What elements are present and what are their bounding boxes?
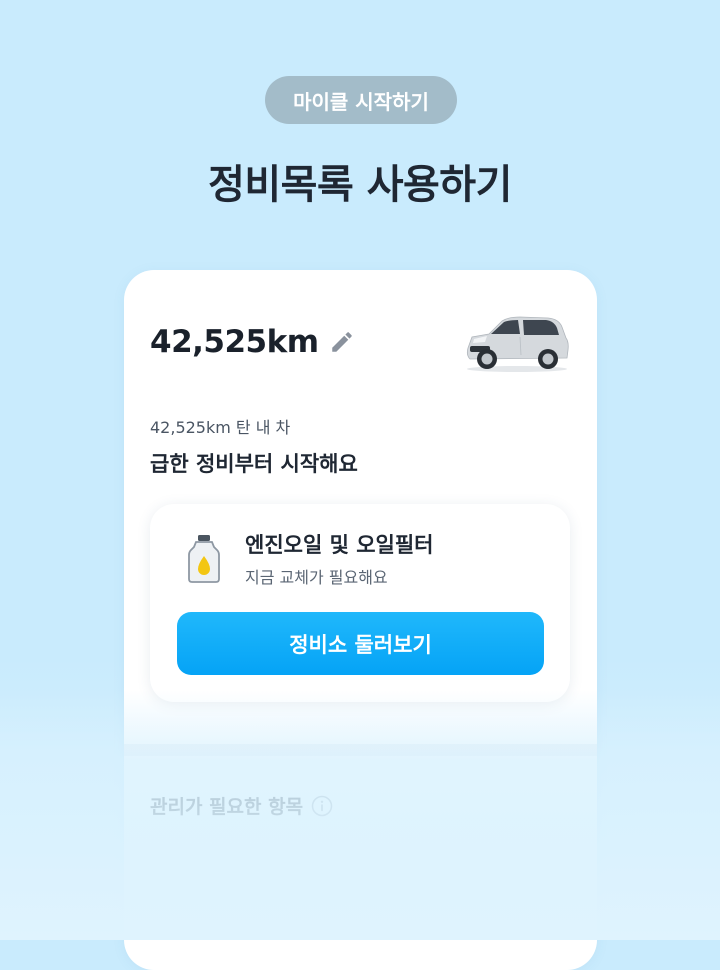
- section-divider: [124, 744, 597, 756]
- maintenance-item-status: 지금 교체가 필요해요: [245, 568, 388, 587]
- vehicle-card: 42,525km 42,525km 탄 내 차 급한 정비부터 시작해요 엔진오…: [124, 270, 597, 970]
- section-title-row: 관리가 필요한 항목: [150, 792, 333, 819]
- page-headline: 정비목록 사용하기: [208, 162, 512, 208]
- odometer-row: 42,525km: [150, 324, 355, 360]
- promo-badge: 마이클 시작하기: [265, 76, 457, 124]
- section-title: 관리가 필요한 항목: [150, 796, 304, 818]
- car-image: [466, 316, 569, 372]
- pencil-icon[interactable]: [329, 329, 355, 355]
- odometer-value: 42,525km: [150, 324, 319, 360]
- maintenance-item-title: 엔진오일 및 오일필터: [245, 533, 434, 557]
- engine-oil-bottle-icon: [188, 535, 220, 583]
- maintenance-item-card: 엔진오일 및 오일필터 지금 교체가 필요해요 정비소 둘러보기: [150, 504, 570, 702]
- mileage-caption: 42,525km 탄 내 차: [150, 418, 291, 437]
- browse-repair-shops-button[interactable]: 정비소 둘러보기: [177, 612, 544, 675]
- card-subheadline: 급한 정비부터 시작해요: [150, 452, 358, 476]
- info-icon[interactable]: [311, 795, 333, 817]
